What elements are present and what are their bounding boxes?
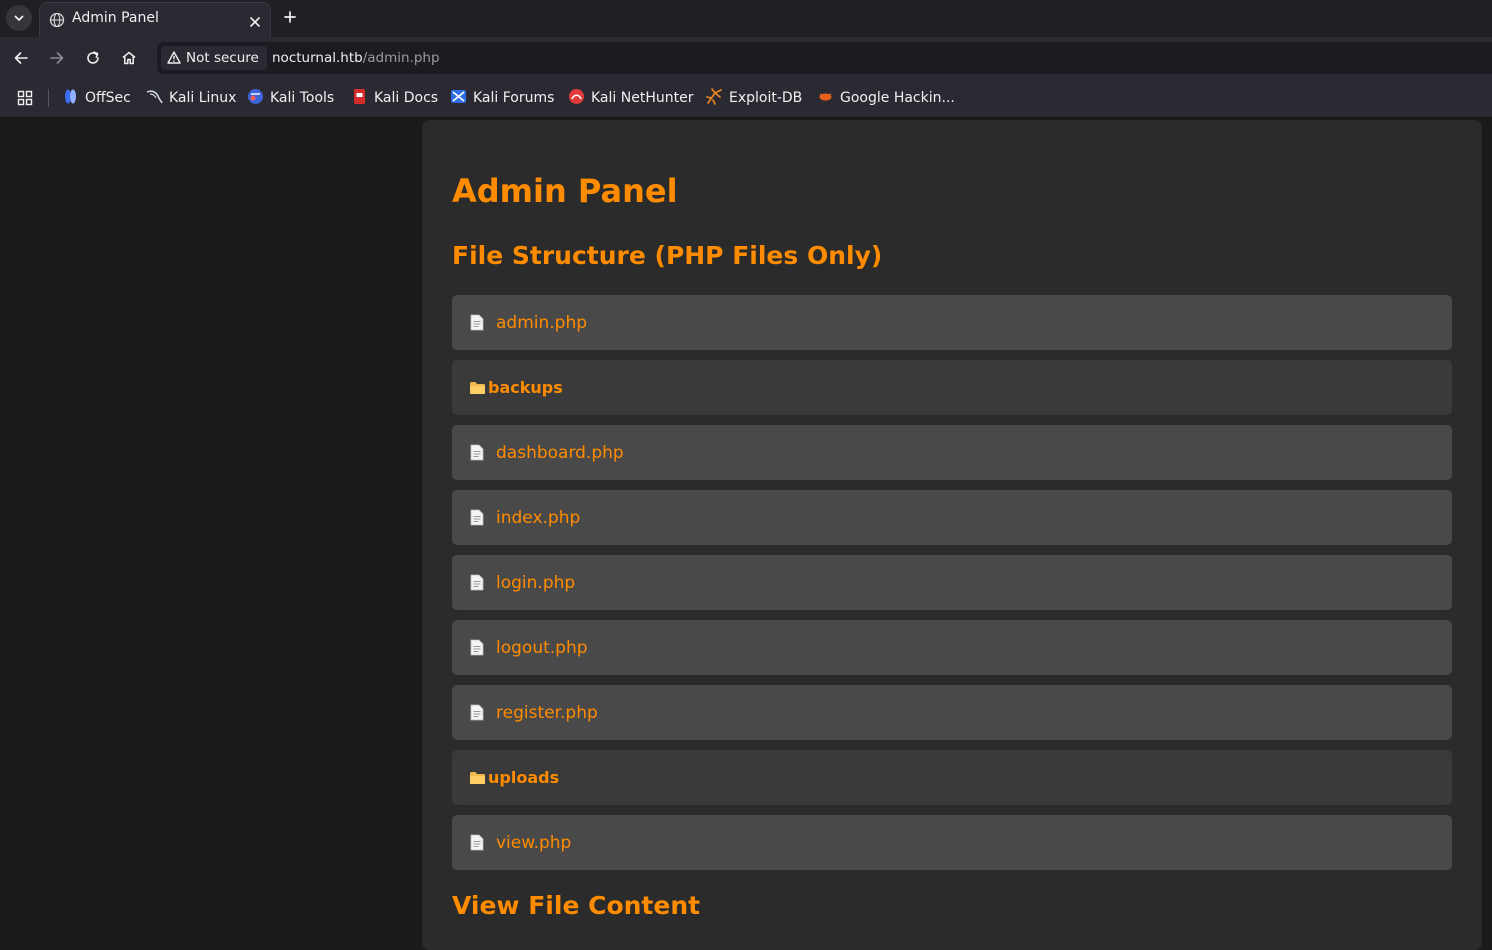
- list-item: index.php: [452, 490, 1452, 545]
- bookmark-label: Kali Forums: [473, 90, 555, 106]
- reload-icon[interactable]: [85, 50, 101, 66]
- list-item: uploads: [452, 750, 1452, 805]
- list-item: dashboard.php: [452, 425, 1452, 480]
- admin-panel-container: Admin Panel File Structure (PHP Files On…: [422, 120, 1482, 950]
- tab-title: Admin Panel: [72, 10, 159, 26]
- kali-docs-icon: [351, 88, 368, 109]
- tab-admin-panel[interactable]: Admin Panel: [39, 2, 271, 37]
- kali-forums-icon: [450, 88, 467, 109]
- ghdb-icon: [817, 88, 834, 109]
- bookmark-label: Google Hackin...: [840, 90, 955, 106]
- bookmarks-bar: OffSec Kali Linux Kali Tools Kali Docs K…: [0, 79, 1492, 118]
- bookmark-kali-docs[interactable]: Kali Docs: [351, 88, 438, 108]
- file-structure-heading: File Structure (PHP Files Only): [452, 241, 883, 270]
- security-label: Not secure: [186, 50, 259, 66]
- tab-list-button[interactable]: [6, 5, 32, 31]
- file-link-view[interactable]: view.php: [496, 833, 571, 853]
- new-tab-plus-icon[interactable]: [282, 9, 298, 29]
- home-icon[interactable]: [121, 50, 137, 66]
- bookmarks-separator: [48, 89, 49, 107]
- file-link-index[interactable]: index.php: [496, 508, 580, 528]
- file-link-login[interactable]: login.php: [496, 573, 575, 593]
- bookmark-kali-tools[interactable]: Kali Tools: [247, 88, 334, 108]
- bookmark-kali-linux[interactable]: Kali Linux: [146, 88, 236, 108]
- file-link-dashboard[interactable]: dashboard.php: [496, 443, 624, 463]
- file-link-register[interactable]: register.php: [496, 703, 598, 723]
- chevron-down-icon: [13, 9, 25, 28]
- document-icon: [468, 639, 486, 657]
- list-item: view.php: [452, 815, 1452, 870]
- tab-bar: Admin Panel: [0, 0, 1492, 37]
- document-icon: [468, 574, 486, 592]
- folder-icon: [468, 769, 486, 787]
- view-file-content-heading: View File Content: [452, 891, 701, 920]
- navigation-toolbar: Not secure nocturnal.htb/admin.php: [0, 37, 1492, 79]
- kali-tools-icon: [247, 88, 264, 109]
- close-icon[interactable]: [249, 13, 261, 32]
- file-link-admin[interactable]: admin.php: [496, 313, 587, 333]
- security-indicator[interactable]: Not secure: [161, 46, 267, 70]
- bookmark-kali-nethunter[interactable]: Kali NetHunter: [568, 88, 693, 108]
- offsec-icon: [62, 88, 79, 109]
- bookmark-exploit-db[interactable]: Exploit-DB: [706, 87, 803, 109]
- list-item: login.php: [452, 555, 1452, 610]
- globe-icon: [49, 12, 65, 32]
- folder-icon: [468, 379, 486, 397]
- bookmark-label: Kali NetHunter: [591, 90, 694, 106]
- document-icon: [468, 509, 486, 527]
- back-arrow-icon[interactable]: [13, 50, 29, 66]
- list-item: logout.php: [452, 620, 1452, 675]
- bookmark-label: Exploit-DB: [729, 90, 803, 106]
- url-host: nocturnal.htb: [272, 50, 363, 66]
- page-title: Admin Panel: [452, 172, 678, 210]
- address-bar[interactable]: Not secure nocturnal.htb/admin.php: [157, 42, 1492, 74]
- bookmark-google-hacking[interactable]: Google Hackin...: [817, 88, 955, 108]
- exploit-db-icon: [706, 87, 723, 109]
- apps-grid-icon[interactable]: [17, 90, 33, 110]
- bookmark-label: Kali Docs: [374, 90, 439, 106]
- document-icon: [468, 834, 486, 852]
- url-path: /admin.php: [362, 50, 440, 66]
- kali-nethunter-icon: [568, 88, 585, 109]
- bookmark-label: Kali Linux: [169, 90, 237, 106]
- list-item: register.php: [452, 685, 1452, 740]
- folder-name-uploads[interactable]: uploads: [488, 768, 559, 787]
- document-icon: [468, 704, 486, 722]
- folder-name-backups[interactable]: backups: [488, 378, 563, 397]
- list-item: backups: [452, 360, 1452, 415]
- bookmark-kali-forums[interactable]: Kali Forums: [450, 88, 554, 108]
- forward-arrow-icon[interactable]: [49, 50, 65, 66]
- bookmark-label: Kali Tools: [270, 90, 335, 106]
- file-structure-list: admin.php backups dashboard.php index.ph…: [452, 295, 1452, 880]
- list-item: admin.php: [452, 295, 1452, 350]
- document-icon: [468, 444, 486, 462]
- file-link-logout[interactable]: logout.php: [496, 638, 588, 658]
- document-icon: [468, 314, 486, 332]
- bookmark-label: OffSec: [85, 90, 131, 106]
- warning-triangle-icon: [167, 49, 181, 68]
- page-viewport: Admin Panel File Structure (PHP Files On…: [0, 118, 1492, 950]
- bookmark-offsec[interactable]: OffSec: [62, 88, 131, 108]
- kali-linux-icon: [146, 88, 163, 109]
- url-text[interactable]: nocturnal.htb/admin.php: [272, 50, 440, 66]
